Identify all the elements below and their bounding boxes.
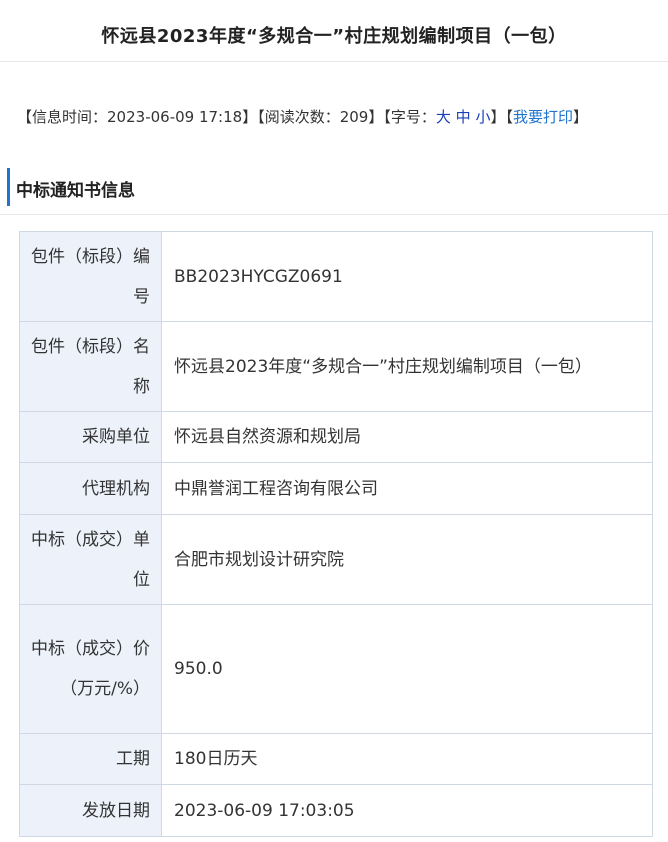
- table-row: 工期 180日历天: [19, 733, 653, 785]
- info-time: 2023-06-09 17:18: [107, 108, 243, 126]
- info-time-prefix: 【信息时间：: [17, 108, 108, 126]
- read-count-prefix: 】【阅读次数：: [242, 108, 340, 126]
- print-link[interactable]: 我要打印: [513, 108, 573, 126]
- read-count: 209: [339, 108, 369, 126]
- row-value: 怀远县2023年度“多规合一”村庄规划编制项目（一包）: [161, 321, 653, 412]
- row-value: 怀远县自然资源和规划局: [161, 411, 653, 463]
- page-title: 怀远县2023年度“多规合一”村庄规划编制项目（一包）: [101, 26, 567, 47]
- table-row: 包件（标段）编号 BB2023HYCGZ0691: [19, 231, 653, 322]
- row-label: 中标（成交）价（万元/%）: [19, 604, 162, 734]
- row-value: 2023-06-09 17:03:05: [161, 784, 653, 837]
- row-label: 代理机构: [19, 462, 162, 515]
- table-row: 中标（成交）单位 合肥市规划设计研究院: [19, 514, 653, 605]
- table-row: 发放日期 2023-06-09 17:03:05: [19, 784, 653, 837]
- row-value: 中鼎誉润工程咨询有限公司: [161, 462, 653, 515]
- section-header: 中标通知书信息: [7, 168, 307, 206]
- row-value: 合肥市规划设计研究院: [161, 514, 653, 605]
- row-label: 采购单位: [19, 411, 162, 463]
- table-row: 包件（标段）名称 怀远县2023年度“多规合一”村庄规划编制项目（一包）: [19, 321, 653, 412]
- section-title: 中标通知书信息: [16, 181, 135, 201]
- row-label: 包件（标段）名称: [19, 321, 162, 412]
- font-size-large-link[interactable]: 大: [436, 108, 451, 126]
- row-label: 发放日期: [19, 784, 162, 837]
- font-size-medium-link[interactable]: 中: [456, 108, 471, 126]
- row-label: 包件（标段）编号: [19, 231, 162, 322]
- table-row: 中标（成交）价（万元/%） 950.0: [19, 604, 653, 734]
- section-divider: [0, 214, 668, 215]
- row-label: 工期: [19, 733, 162, 785]
- table-row: 采购单位 怀远县自然资源和规划局: [19, 411, 653, 463]
- row-value: 180日历天: [161, 733, 653, 785]
- font-size-small-link[interactable]: 小: [475, 108, 490, 126]
- print-prefix: 】【: [490, 108, 513, 126]
- award-info-table: 包件（标段）编号 BB2023HYCGZ0691 包件（标段）名称 怀远县202…: [19, 231, 653, 837]
- row-value: 950.0: [161, 604, 653, 734]
- row-label: 中标（成交）单位: [19, 514, 162, 605]
- row-value: BB2023HYCGZ0691: [161, 231, 653, 322]
- meta-close: 】: [573, 108, 589, 126]
- font-size-prefix: 】【字号：: [368, 108, 436, 126]
- table-row: 代理机构 中鼎誉润工程咨询有限公司: [19, 462, 653, 515]
- title-bar: 怀远县2023年度“多规合一”村庄规划编制项目（一包）: [0, 0, 668, 62]
- article-meta: 【信息时间：2023-06-09 17:18】【阅读次数：209】【字号：大 中…: [17, 106, 588, 127]
